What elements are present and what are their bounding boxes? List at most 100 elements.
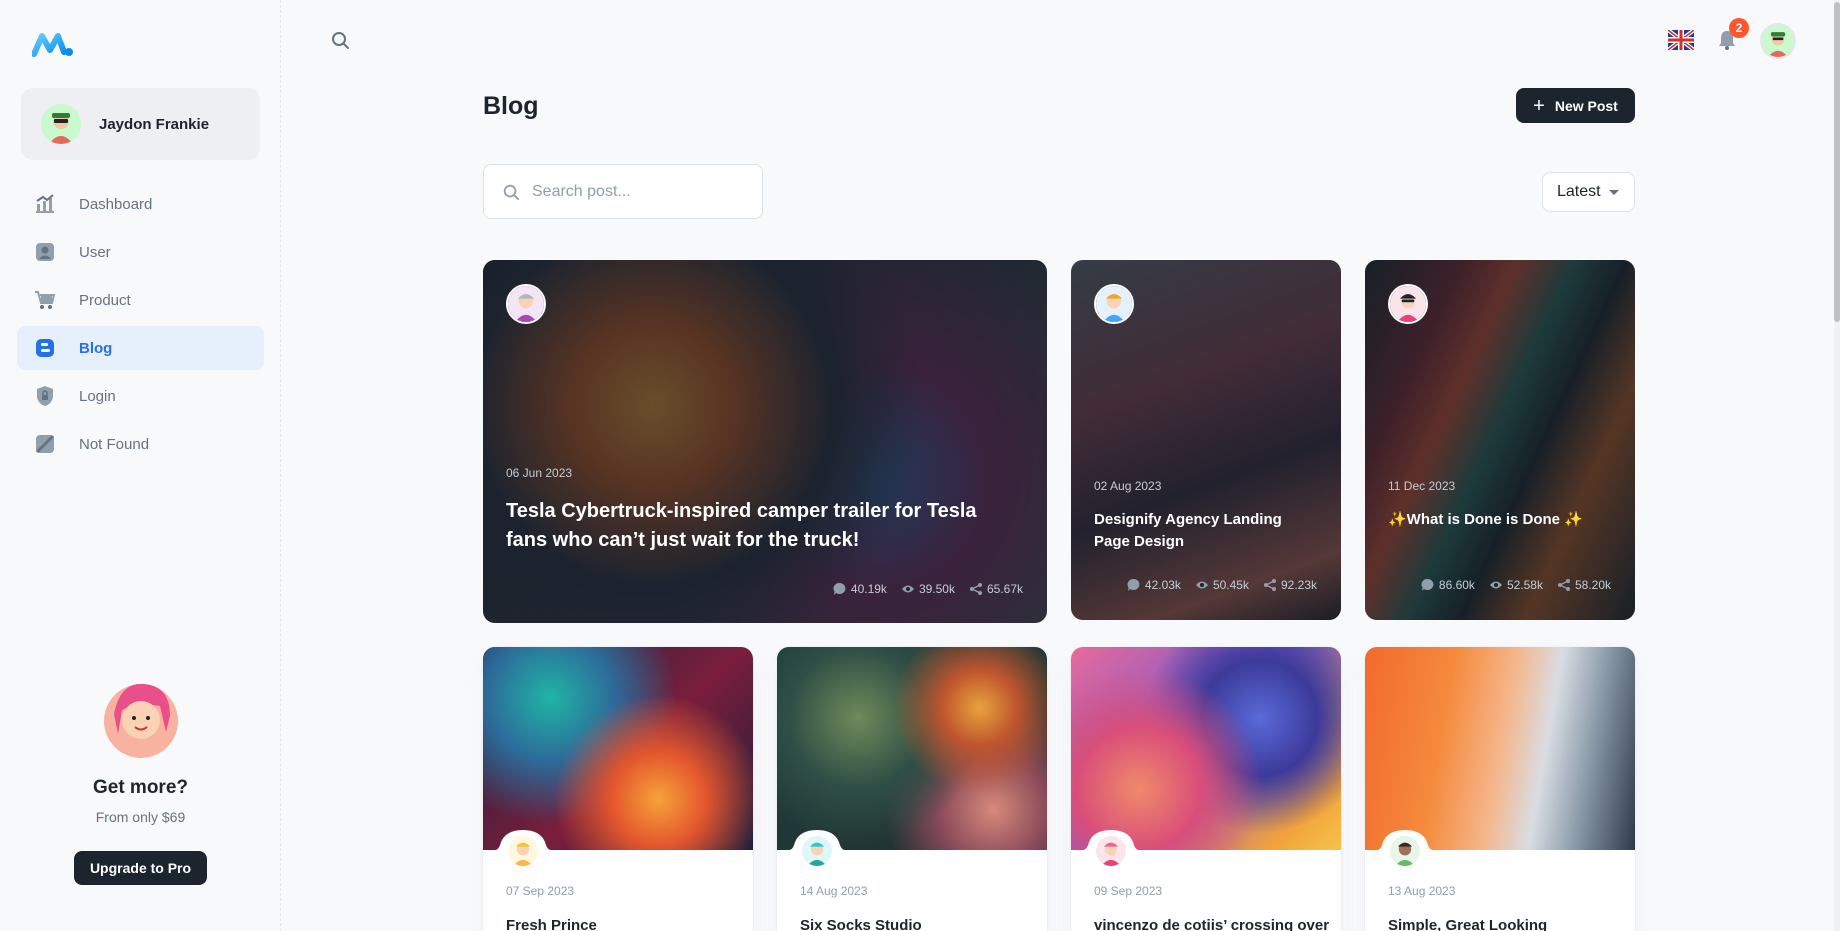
sidebar-nav: Dashboard User Product Blog Login Not Fo… [17, 182, 264, 470]
author-avatar [1094, 834, 1128, 868]
upgrade-promo: Get more? From only $69 Upgrade to Pro [0, 676, 281, 885]
upgrade-button[interactable]: Upgrade to Pro [73, 851, 208, 885]
post-cover-image [1071, 647, 1341, 850]
post-date: 06 Jun 2023 [506, 466, 573, 480]
author-avatar [1388, 834, 1422, 868]
post-cover-image [777, 647, 1047, 850]
comment-icon [1421, 578, 1434, 591]
sidebar-item-label: Product [79, 291, 131, 309]
eye-icon [1489, 581, 1502, 589]
post-title[interactable]: ✨What is Done is Done ✨ [1388, 509, 1613, 531]
page-scrollbar[interactable] [1834, 0, 1840, 931]
logo-icon[interactable] [32, 30, 74, 58]
sidebar-item-label: Dashboard [79, 195, 153, 213]
chart-icon [36, 194, 54, 213]
share-icon [1557, 579, 1570, 591]
disabled-icon [35, 434, 55, 454]
post-title[interactable]: Designify Agency Landing Page Design [1094, 509, 1319, 553]
post-date: 09 Sep 2023 [1094, 884, 1163, 898]
post-date: 14 Aug 2023 [800, 884, 868, 898]
chevron-down-icon [1608, 189, 1619, 195]
post-stats: 86.60k 52.58k 58.20k [1421, 578, 1611, 592]
blog-icon [36, 339, 54, 357]
views-count: 39.50k [918, 582, 955, 596]
post-card[interactable]: 09 Sep 2023 vincenzo de cotiis’ crossing… [1071, 647, 1341, 931]
avatar [41, 104, 81, 144]
shares-count: 92.23k [1280, 578, 1317, 592]
shares-count: 65.67k [986, 582, 1023, 596]
header-avatar[interactable] [1760, 23, 1796, 59]
post-title[interactable]: Fresh Prince [506, 917, 597, 931]
views-count: 52.58k [1506, 578, 1543, 592]
sidebar-item-user[interactable]: User [17, 230, 264, 274]
post-date: 07 Sep 2023 [506, 884, 575, 898]
comments-count: 86.60k [1438, 578, 1475, 592]
featured-post-card[interactable]: 02 Aug 2023 Designify Agency Landing Pag… [1071, 260, 1341, 620]
views-stat: 52.58k [1489, 578, 1543, 592]
author-avatar [506, 834, 540, 868]
post-title[interactable]: Simple, Great Looking [1388, 917, 1547, 931]
post-cover-image [1365, 647, 1635, 850]
user-icon [36, 243, 54, 261]
sidebar-item-dashboard[interactable]: Dashboard [17, 182, 264, 226]
new-post-label: New Post [1554, 97, 1618, 114]
views-count: 50.45k [1212, 578, 1249, 592]
sidebar-item-blog[interactable]: Blog [17, 326, 264, 370]
featured-post-card[interactable]: 11 Dec 2023 ✨What is Done is Done ✨ 86.6… [1365, 260, 1635, 620]
author-avatar [506, 284, 546, 324]
comments-count: 40.19k [850, 582, 887, 596]
sort-value: Latest [1557, 183, 1601, 200]
post-card[interactable]: 07 Sep 2023 Fresh Prince [483, 647, 753, 931]
post-date: 13 Aug 2023 [1388, 884, 1456, 898]
plus-icon: + [1533, 94, 1545, 117]
sidebar-item-not-found[interactable]: Not Found [17, 422, 264, 466]
shares-count: 58.20k [1574, 578, 1611, 592]
sort-select[interactable]: Latest [1542, 172, 1635, 212]
views-stat: 39.50k [901, 582, 955, 596]
shares-stat: 65.67k [969, 582, 1023, 596]
promo-subtext: From only $69 [95, 809, 186, 825]
account-name: Jaydon Frankie [99, 115, 210, 133]
sidebar-item-label: Login [79, 387, 116, 405]
shares-stat: 58.20k [1557, 578, 1611, 592]
author-avatar [800, 834, 834, 868]
post-card[interactable]: 13 Aug 2023 Simple, Great Looking [1365, 647, 1635, 931]
sidebar-item-product[interactable]: Product [17, 278, 264, 322]
account-card[interactable]: Jaydon Frankie [21, 88, 260, 160]
cart-icon [35, 291, 56, 309]
featured-post-card[interactable]: 06 Jun 2023 Tesla Cybertruck-inspired ca… [483, 260, 1047, 623]
post-title[interactable]: Tesla Cybertruck-inspired camper trailer… [506, 497, 1006, 555]
post-title[interactable]: vincenzo de cotiis’ crossing over [1094, 917, 1329, 931]
post-stats: 40.19k 39.50k 65.67k [833, 582, 1023, 596]
eye-icon [901, 585, 914, 593]
views-stat: 50.45k [1195, 578, 1249, 592]
search-icon[interactable] [330, 30, 350, 50]
comment-icon [833, 582, 846, 595]
share-icon [1263, 579, 1276, 591]
scrollbar-thumb[interactable] [1834, 2, 1840, 322]
uk-flag-icon[interactable] [1668, 30, 1694, 50]
image-overlay [483, 260, 1047, 623]
eye-icon [1195, 581, 1208, 589]
post-card[interactable]: 14 Aug 2023 Six Socks Studio [777, 647, 1047, 931]
new-post-button[interactable]: + New Post [1516, 88, 1635, 123]
promo-heading: Get more? [92, 777, 189, 798]
notification-badge: 2 [1729, 18, 1749, 38]
sidebar-item-label: User [79, 243, 111, 261]
search-post-input[interactable]: Search post... [483, 164, 763, 219]
post-stats: 42.03k 50.45k 92.23k [1127, 578, 1317, 592]
comments-stat: 86.60k [1421, 578, 1475, 592]
sidebar-item-label: Not Found [79, 435, 150, 453]
comments-count: 42.03k [1144, 578, 1181, 592]
share-icon [969, 583, 982, 595]
post-title[interactable]: Six Socks Studio [800, 917, 922, 931]
search-icon [503, 184, 520, 200]
sidebar-item-login[interactable]: Login [17, 374, 264, 418]
post-cover-image [483, 647, 753, 850]
sidebar-item-label: Blog [79, 339, 113, 357]
promo-illustration [103, 683, 178, 758]
page-title: Blog [483, 92, 539, 120]
shares-stat: 92.23k [1263, 578, 1317, 592]
comments-stat: 42.03k [1127, 578, 1181, 592]
author-avatar [1388, 284, 1428, 324]
